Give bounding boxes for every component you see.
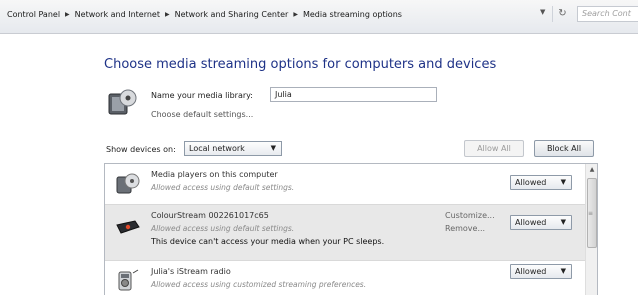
chevron-down-icon: ▼ [560, 218, 566, 226]
refresh-icon[interactable]: ↻ [552, 6, 572, 22]
stream-device-icon [116, 220, 140, 234]
grip-icon: ≡ [588, 210, 594, 217]
device-name: Media players on this computer [151, 170, 278, 179]
device-sleep-warning: This device can't access your media when… [151, 237, 385, 246]
search-input[interactable]: Search Cont [577, 6, 638, 22]
media-library-icon [108, 89, 137, 115]
chevron-right-icon[interactable]: ▶ [291, 11, 300, 18]
device-access-note: Allowed access using customized streamin… [151, 280, 367, 289]
permission-value: Allowed [515, 178, 547, 187]
network-select-value: Local network [189, 144, 245, 153]
device-access-note: Allowed access using default settings. [151, 224, 295, 233]
block-all-button[interactable]: Block All [534, 140, 594, 157]
device-list-scrollbar[interactable]: ▲ ≡ [585, 164, 597, 295]
device-permission-select[interactable]: Allowed ▼ [510, 215, 572, 230]
device-access-note: Allowed access using default settings. [151, 183, 295, 192]
breadcrumb-media-streaming[interactable]: Media streaming options [300, 10, 405, 19]
media-player-icon [116, 173, 140, 194]
breadcrumb: Control Panel ▶ Network and Internet ▶ N… [4, 10, 405, 19]
chevron-down-icon[interactable]: ▼ [540, 8, 545, 16]
chevron-right-icon[interactable]: ▶ [63, 11, 72, 18]
breadcrumb-control-panel[interactable]: Control Panel [4, 10, 63, 19]
permission-value: Allowed [515, 218, 547, 227]
library-name-label: Name your media library: [151, 91, 253, 100]
address-bar: Control Panel ▶ Network and Internet ▶ N… [0, 0, 638, 34]
breadcrumb-sharing-center[interactable]: Network and Sharing Center [172, 10, 292, 19]
page-title: Choose media streaming options for compu… [104, 57, 497, 72]
chevron-down-icon: ▼ [560, 267, 566, 275]
chevron-down-icon: ▼ [270, 144, 276, 152]
scroll-up-icon[interactable]: ▲ [586, 164, 597, 176]
chevron-down-icon: ▼ [560, 178, 566, 186]
choose-default-settings-link[interactable]: Choose default settings... [151, 110, 253, 119]
permission-value: Allowed [515, 267, 547, 276]
breadcrumb-network-internet[interactable]: Network and Internet [72, 10, 163, 19]
device-row[interactable]: Julia's iStream radio Allowed access usi… [105, 261, 585, 295]
customize-link[interactable]: Customize... [445, 211, 495, 220]
device-list: Media players on this computer Allowed a… [104, 163, 598, 295]
device-permission-select[interactable]: Allowed ▼ [510, 264, 572, 279]
device-row[interactable]: Media players on this computer Allowed a… [105, 164, 585, 204]
device-name: Julia's iStream radio [151, 267, 231, 276]
device-permission-select[interactable]: Allowed ▼ [510, 175, 572, 190]
network-select[interactable]: Local network ▼ [184, 141, 282, 156]
device-name: ColourStream 002261017c65 [151, 211, 269, 220]
device-row[interactable]: ColourStream 002261017c65 Allowed access… [105, 204, 585, 261]
allow-all-button[interactable]: Allow All [464, 140, 524, 157]
remove-link[interactable]: Remove... [445, 224, 485, 233]
radio-icon [118, 269, 139, 291]
chevron-right-icon[interactable]: ▶ [163, 11, 172, 18]
library-name-input[interactable]: Julia [270, 87, 437, 102]
show-devices-label: Show devices on: [106, 145, 176, 154]
